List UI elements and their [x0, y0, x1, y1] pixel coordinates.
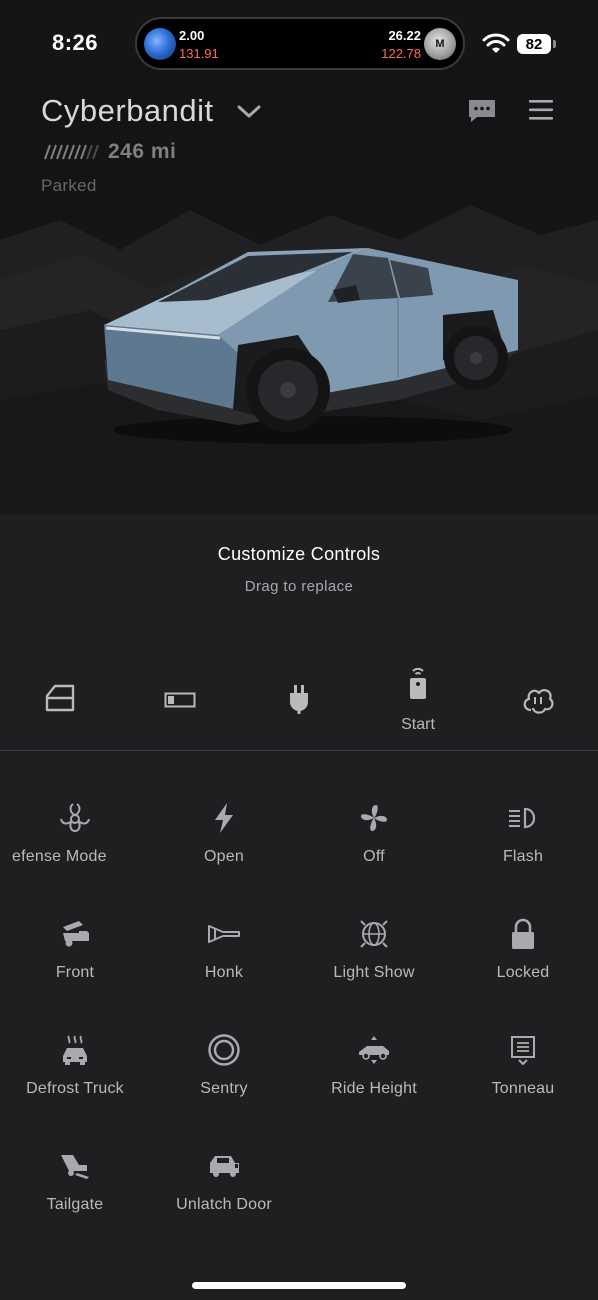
wifi-icon	[482, 33, 510, 53]
tile-label: Honk	[204, 964, 244, 981]
tile-label: Defrost Truck	[26, 1080, 124, 1097]
door-icon	[45, 684, 75, 712]
vehicle-state: Parked	[41, 176, 97, 195]
tile-label: Locked	[496, 964, 550, 981]
control-defense-mode[interactable]: efense Mode	[0, 798, 150, 898]
bar-slot-label: Start	[401, 716, 435, 733]
control-flash[interactable]: Flash	[448, 798, 598, 898]
control-lock[interactable]: Locked	[448, 914, 598, 1014]
sheet-title: Customize Controls	[217, 544, 381, 564]
lock-icon	[503, 914, 543, 954]
status-time: 8:26	[52, 30, 99, 55]
vehicle-image	[104, 248, 518, 444]
battery-icon	[164, 692, 196, 708]
tile-label: Ride Height	[331, 1080, 417, 1097]
control-honk[interactable]: Honk	[149, 914, 299, 1014]
vehicle-name[interactable]: Cyberbandit	[41, 93, 214, 129]
bar-slot-charge[interactable]	[249, 654, 349, 744]
battery-tip	[553, 40, 556, 48]
section-divider	[0, 750, 598, 751]
lightning-icon	[204, 798, 244, 838]
range-value: 246 mi	[108, 140, 177, 163]
ticker-left-sub: 131.91	[179, 46, 219, 61]
sentry-icon	[204, 1030, 244, 1070]
climate-fan-icon	[523, 689, 554, 714]
biohazard-icon	[55, 798, 95, 838]
tile-label: Tailgate	[46, 1196, 104, 1213]
message-icon[interactable]	[467, 98, 497, 124]
headlight-icon	[503, 798, 543, 838]
frunk-icon	[55, 914, 95, 954]
vehicle-hero: 8:26 2.00 131.91 26.22 122.78 M 82 Cyber…	[0, 0, 598, 514]
control-defrost[interactable]: Defrost Truck	[0, 1030, 150, 1130]
bar-slot-climate[interactable]	[488, 654, 588, 744]
tile-label: Open	[204, 848, 244, 865]
tile-label: Light Show	[333, 964, 415, 981]
ticker-right-value: 26.22	[388, 28, 421, 43]
control-sentry[interactable]: Sentry	[149, 1030, 299, 1130]
bar-slot-battery[interactable]	[130, 654, 230, 744]
menu-icon[interactable]	[529, 99, 553, 121]
tile-label: Off	[363, 848, 385, 865]
tile-label: Front	[55, 964, 95, 981]
battery-indicator: 82	[517, 34, 551, 54]
chevron-down-icon[interactable]	[236, 104, 262, 120]
crypto-coin-icon	[144, 28, 176, 60]
tile-label: Tonneau	[491, 1080, 555, 1097]
control-light-show[interactable]: Light Show	[299, 914, 449, 1014]
control-fan[interactable]: Off	[299, 798, 449, 898]
unlatch-door-icon	[204, 1146, 244, 1186]
control-frunk-charge[interactable]: Open	[149, 798, 299, 898]
defrost-icon	[55, 1030, 95, 1070]
tile-label: Sentry	[200, 1080, 248, 1097]
ride-height-icon	[354, 1030, 394, 1070]
dynamic-island-ticker[interactable]: 2.00 131.91 26.22 122.78 M	[135, 17, 465, 70]
ticker-right-sub: 122.78	[381, 46, 421, 61]
tile-label: Flash	[502, 848, 544, 865]
control-tonneau[interactable]: Tonneau	[448, 1030, 598, 1130]
remote-start-icon	[410, 667, 426, 699]
fan-icon	[354, 798, 394, 838]
sheet-subtitle: Drag to replace	[244, 578, 354, 595]
home-indicator[interactable]	[192, 1282, 406, 1289]
ticker-left-value: 2.00	[179, 28, 205, 43]
tile-label: efense Mode	[12, 848, 107, 865]
customize-controls-sheet: Customize Controls Drag to replace Start…	[0, 514, 598, 1300]
horn-icon	[204, 914, 244, 954]
control-front-trunk[interactable]: Front	[0, 914, 150, 1014]
range-battery-icon	[44, 144, 99, 160]
control-tailgate[interactable]: Tailgate	[0, 1146, 150, 1246]
bar-slot-door[interactable]	[10, 654, 110, 744]
control-unlatch-door[interactable]: Unlatch Door	[149, 1146, 299, 1246]
token-badge-icon: M	[424, 28, 456, 60]
bar-slot-start[interactable]: Start	[368, 654, 468, 744]
charge-plug-icon	[290, 685, 308, 714]
tonneau-icon	[503, 1030, 543, 1070]
tile-label: Unlatch Door	[176, 1196, 272, 1213]
control-ride-height[interactable]: Ride Height	[299, 1030, 449, 1130]
light-show-icon	[354, 914, 394, 954]
tailgate-icon	[55, 1146, 95, 1186]
